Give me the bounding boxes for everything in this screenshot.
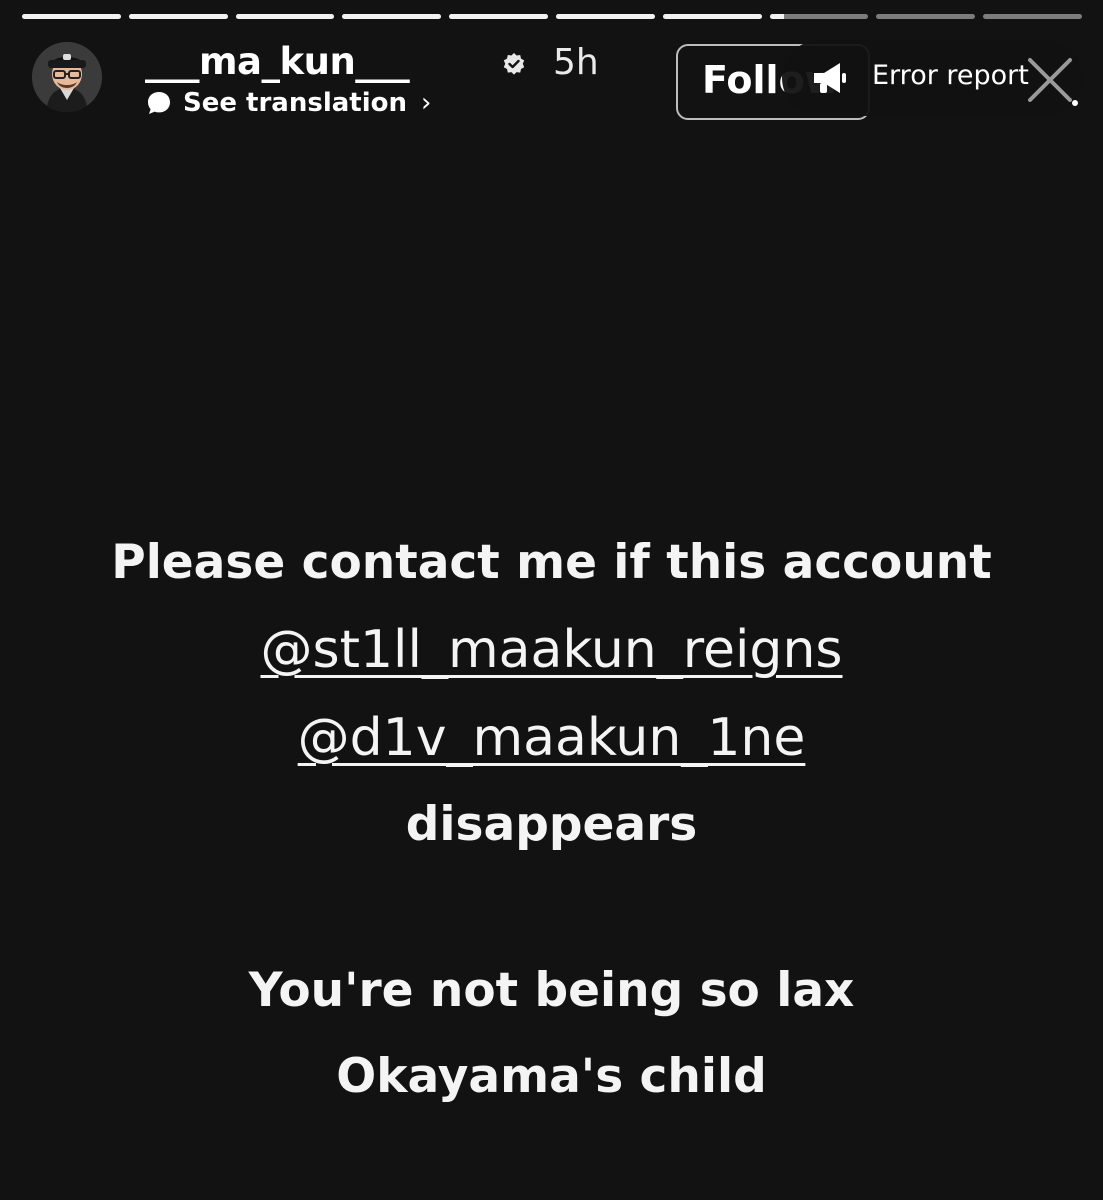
post-time: 5h xyxy=(553,42,599,83)
progress-segment xyxy=(769,14,869,19)
progress-segment xyxy=(983,14,1082,19)
username[interactable]: ___ma_kun___ xyxy=(145,40,410,83)
translate-bubble-icon xyxy=(148,92,170,114)
story-progress-bar xyxy=(22,14,1082,20)
mention-link-line: @d1v_maakun_1ne xyxy=(0,694,1103,782)
story-text-line: disappears xyxy=(405,797,698,852)
verified-badge-icon xyxy=(503,53,525,75)
progress-segment xyxy=(876,14,976,19)
mention-link[interactable]: @st1ll_maakun_reigns xyxy=(260,620,842,680)
progress-segment xyxy=(128,14,228,19)
see-translation-label: See translation xyxy=(183,88,407,118)
story-text-line: Please contact me if this account xyxy=(111,535,992,590)
progress-segment xyxy=(449,14,548,19)
progress-segment xyxy=(342,14,442,19)
progress-segment xyxy=(555,14,655,19)
mention-link-line: @st1ll_maakun_reigns xyxy=(0,606,1103,694)
story-text-line: You're not being so lax xyxy=(248,963,855,1018)
progress-segment xyxy=(22,14,121,19)
progress-segment xyxy=(662,14,762,19)
story-text-content: Please contact me if this account @st1ll… xyxy=(0,520,1103,1120)
chevron-right-icon: › xyxy=(421,88,432,118)
story-text-line: Okayama's child xyxy=(336,1049,767,1104)
error-report-label: Error report xyxy=(872,60,1029,91)
more-dot-icon xyxy=(1072,100,1078,106)
progress-segment xyxy=(235,14,335,19)
avatar[interactable] xyxy=(32,42,102,112)
avatar-illustration xyxy=(32,42,102,112)
see-translation-link[interactable]: See translation › xyxy=(145,88,431,118)
megaphone-icon xyxy=(814,63,846,93)
mention-link[interactable]: @d1v_maakun_1ne xyxy=(298,708,806,768)
story-viewer: ___ma_kun___ 5h See translation › Follow… xyxy=(0,0,1103,1200)
close-icon[interactable] xyxy=(1022,52,1078,108)
